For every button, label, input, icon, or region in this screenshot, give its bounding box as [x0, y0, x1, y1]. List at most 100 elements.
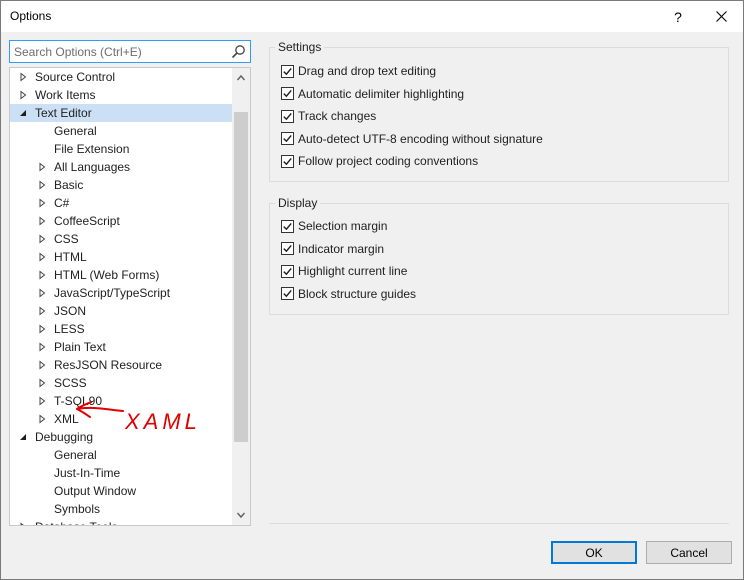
annotation-text: XAML	[124, 409, 201, 434]
tree-node-label: C#	[54, 196, 70, 210]
collapsed-arrow-icon[interactable]	[37, 180, 47, 190]
checkbox-label: Block structure guides	[298, 286, 417, 301]
expanded-arrow-icon[interactable]	[18, 108, 28, 118]
scrollbar-thumb[interactable]	[234, 112, 248, 442]
checkbox-label: Selection margin	[298, 219, 388, 233]
tree-node[interactable]: SCSS	[10, 374, 232, 392]
checkbox-option[interactable]: Drag and drop text editing	[281, 62, 436, 80]
tree-node[interactable]: General	[10, 122, 232, 140]
expanded-arrow-icon[interactable]	[18, 432, 28, 442]
tree-node[interactable]: General	[10, 446, 232, 464]
close-icon	[715, 11, 727, 22]
checkbox-option[interactable]: Block structure guides	[281, 285, 416, 303]
scroll-down-icon[interactable]	[236, 510, 246, 520]
checkbox-option[interactable]: Follow project coding conventions	[281, 152, 478, 170]
collapsed-arrow-icon[interactable]	[37, 324, 47, 334]
checkbox-option[interactable]: Selection margin	[281, 217, 387, 235]
tree-node[interactable]: Database Tools	[10, 518, 232, 526]
collapsed-arrow-icon[interactable]	[18, 522, 28, 526]
tree-node-label: Basic	[54, 178, 84, 192]
checkbox[interactable]	[281, 219, 294, 233]
checkbox[interactable]	[281, 132, 294, 145]
checkbox-option[interactable]: Highlight current line	[281, 262, 407, 280]
checkbox[interactable]	[281, 242, 294, 255]
options-tree[interactable]: Source Control Work Items Text Editor Gener…	[9, 67, 251, 526]
options-dialog: Options ? Source Control Work Items Text E…	[0, 0, 744, 580]
tree-node[interactable]: CoffeeScript	[10, 212, 232, 230]
tree-node[interactable]: Basic	[10, 176, 232, 194]
checkmark-icon	[283, 267, 292, 275]
close-button[interactable]	[704, 1, 738, 32]
checkmark-icon	[283, 157, 292, 165]
collapsed-arrow-icon[interactable]	[37, 360, 47, 370]
collapsed-arrow-icon[interactable]	[37, 414, 47, 424]
tree-node[interactable]: C#	[10, 194, 232, 212]
checkbox[interactable]	[281, 154, 294, 168]
tree-node-label: Text Editor	[35, 106, 92, 120]
search-input[interactable]	[14, 43, 224, 60]
tree-node-label: Work Items	[35, 88, 96, 102]
tree-node-label: Database Tools	[35, 518, 118, 525]
checkbox-label: Track changes	[298, 109, 377, 123]
collapsed-arrow-icon[interactable]	[37, 252, 47, 262]
collapsed-arrow-icon[interactable]	[37, 378, 47, 388]
checkbox[interactable]	[281, 109, 294, 123]
checkbox-option[interactable]: Indicator margin	[281, 240, 384, 258]
tree-node[interactable]: Output Window	[10, 482, 232, 500]
collapsed-arrow-icon[interactable]	[37, 342, 47, 352]
tree-scrollbar[interactable]	[232, 68, 250, 525]
checkbox-label: Highlight current line	[298, 264, 408, 278]
collapsed-arrow-icon[interactable]	[37, 270, 47, 280]
tree-node-label: Source Control	[35, 70, 116, 84]
tree-node[interactable]: ResJSON Resource	[10, 356, 232, 374]
tree-node[interactable]: All Languages	[10, 158, 232, 176]
collapsed-arrow-icon[interactable]	[37, 162, 47, 172]
checkbox[interactable]	[281, 64, 294, 78]
checkbox[interactable]	[281, 264, 294, 278]
tree-node-label: HTML	[54, 250, 87, 264]
collapsed-arrow-icon[interactable]	[37, 198, 47, 208]
search-icon[interactable]	[231, 44, 246, 59]
tree-node[interactable]: CSS	[10, 230, 232, 248]
tree-node[interactable]: JSON	[10, 302, 232, 320]
tree-node-label: Output Window	[54, 484, 137, 498]
checkbox-option[interactable]: Auto-detect UTF-8 encoding without signa…	[281, 130, 543, 148]
tree-node[interactable]: Source Control	[10, 68, 232, 86]
tree-node[interactable]: Just-In-Time	[10, 464, 232, 482]
collapsed-arrow-icon[interactable]	[18, 72, 28, 82]
tree-node-label: All Languages	[54, 160, 131, 174]
scroll-up-icon[interactable]	[236, 73, 246, 83]
help-button[interactable]: ?	[661, 1, 695, 32]
tree-node[interactable]: HTML	[10, 248, 232, 266]
help-icon: ?	[674, 8, 682, 25]
tree-node[interactable]: Work Items	[10, 86, 232, 104]
checkbox-option[interactable]: Track changes	[281, 107, 376, 125]
tree-node[interactable]: JavaScript/TypeScript	[10, 284, 232, 302]
checkmark-icon	[283, 112, 292, 120]
checkbox-option[interactable]: Automatic delimiter highlighting	[281, 85, 464, 103]
ok-button[interactable]: OK	[551, 541, 637, 564]
collapsed-arrow-icon[interactable]	[18, 90, 28, 100]
search-box[interactable]	[9, 40, 251, 63]
cancel-button[interactable]: Cancel	[646, 541, 732, 564]
checkbox-label: Automatic delimiter highlighting	[298, 86, 465, 101]
collapsed-arrow-icon[interactable]	[37, 234, 47, 244]
checkbox[interactable]	[281, 287, 294, 300]
annotation-arrow	[76, 401, 124, 418]
tree-node-label: Plain Text	[54, 340, 106, 354]
tree-node[interactable]: Plain Text	[10, 338, 232, 356]
tree-node[interactable]: Text Editor	[10, 104, 232, 122]
tree-node-label: JavaScript/TypeScript	[54, 286, 171, 300]
tree-node[interactable]: LESS	[10, 320, 232, 338]
tree-node[interactable]: HTML (Web Forms)	[10, 266, 232, 284]
collapsed-arrow-icon[interactable]	[37, 306, 47, 316]
window-title: Options	[10, 9, 52, 23]
tree-node-label: Symbols	[54, 502, 101, 516]
collapsed-arrow-icon[interactable]	[37, 396, 47, 406]
checkbox[interactable]	[281, 87, 294, 100]
checkbox-label: Drag and drop text editing	[298, 64, 437, 78]
tree-node[interactable]: File Extension	[10, 140, 232, 158]
collapsed-arrow-icon[interactable]	[37, 288, 47, 298]
collapsed-arrow-icon[interactable]	[37, 216, 47, 226]
tree-node[interactable]: Symbols	[10, 500, 232, 518]
